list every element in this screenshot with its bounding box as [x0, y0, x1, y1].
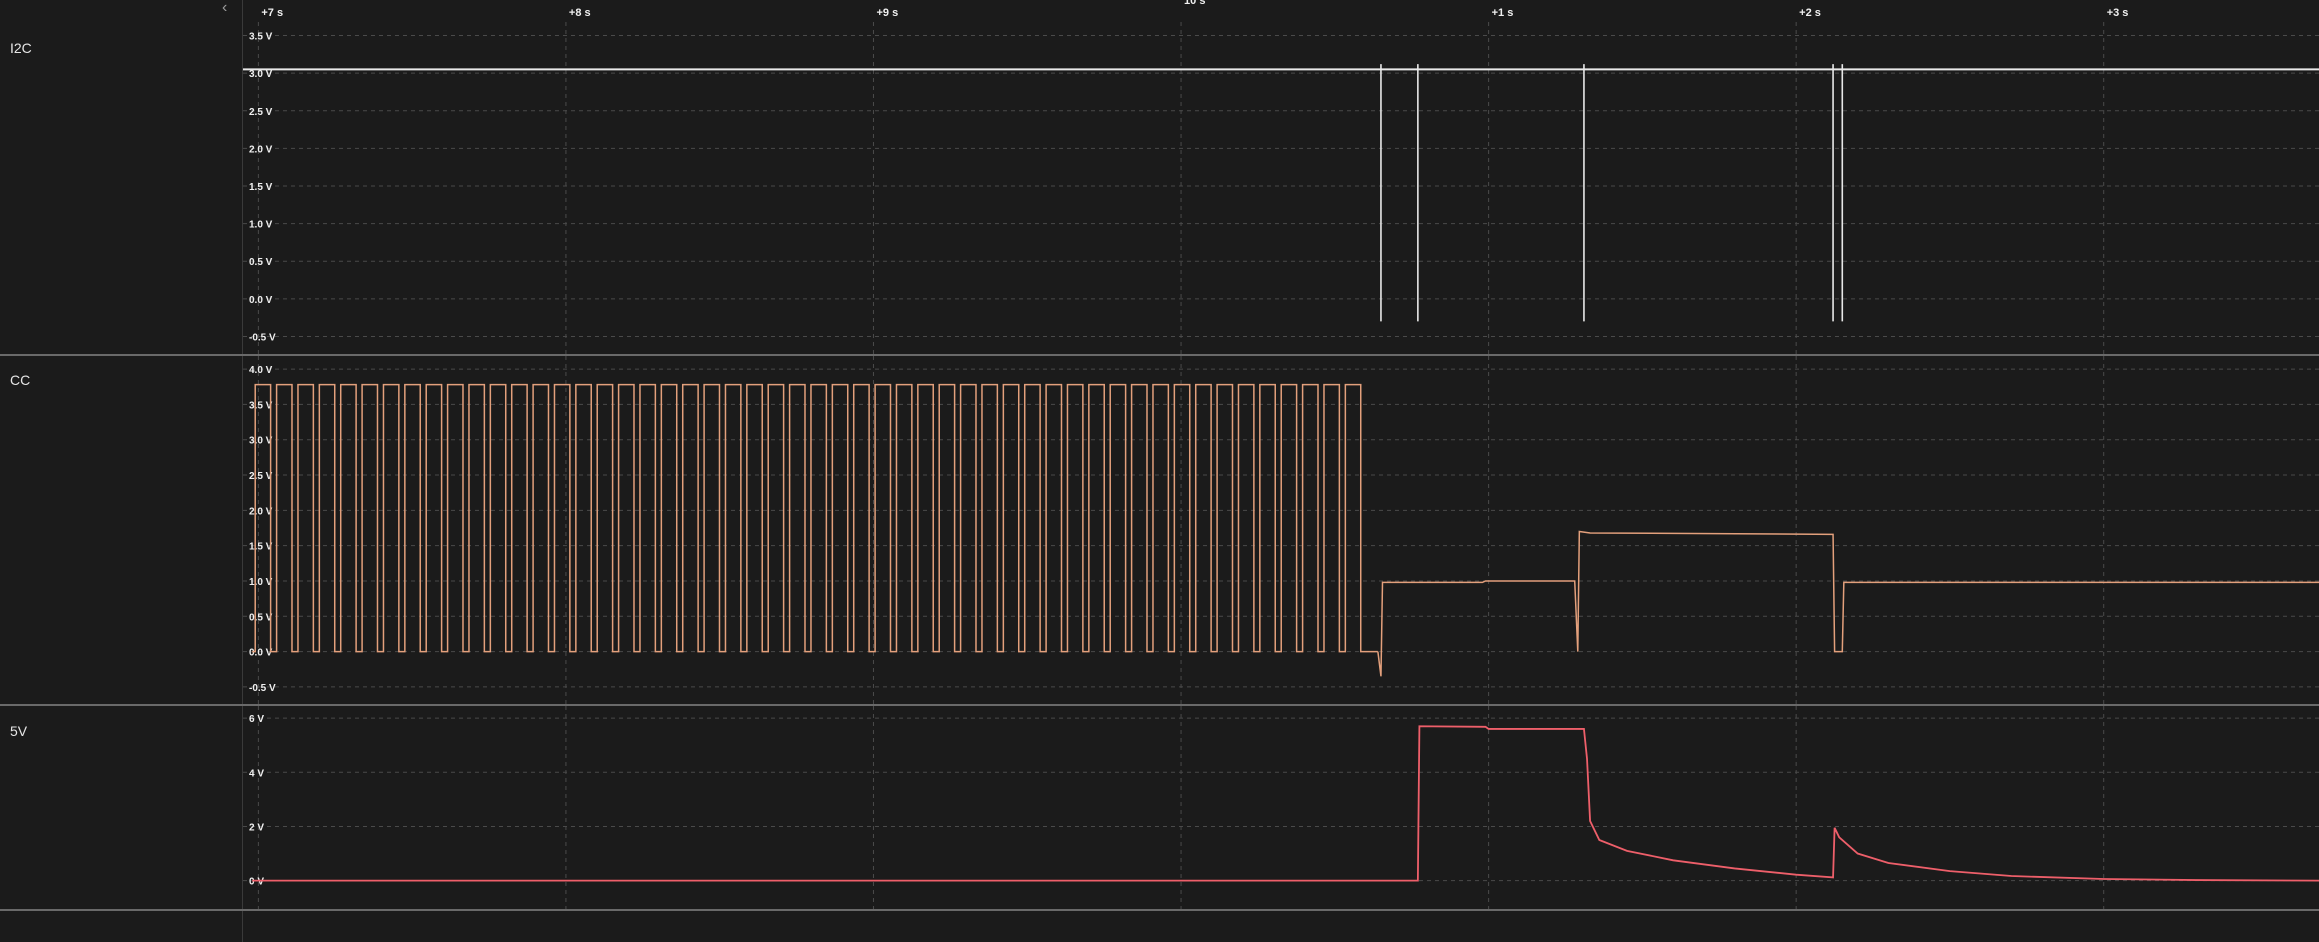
channel-label-5v: 5V — [10, 723, 28, 739]
value-tick-label: 0.0 V — [249, 648, 273, 659]
cc-plot[interactable]: 4.0 V 3.5 V 3.0 V 2.5 V 2.0 V 1.5 V 1.0 V 0.5 V… — [243, 356, 2319, 704]
fivev-trace — [252, 725, 2319, 882]
chevron-left-icon[interactable]: ‹ — [222, 0, 227, 16]
value-tick-label: 0.5 V — [249, 257, 273, 268]
value-tick-label: -0.5 V — [249, 332, 276, 343]
time-tick-label: 10 s — [1184, 0, 1205, 7]
value-tick-label: 4.0 V — [249, 365, 273, 376]
time-tick-label: +9 s — [876, 7, 898, 19]
value-tick-label: 1.0 V — [249, 577, 273, 588]
time-tick-label: +1 s — [1492, 7, 1514, 19]
channel-header-i2c[interactable]: I2C — [0, 22, 242, 354]
i2c-plot[interactable]: 3.5 V 3.0 V 2.5 V 2.0 V 1.5 V 1.0 V 0.5 V 0.0 V… — [243, 22, 2319, 354]
cc-square-wave — [252, 383, 1378, 653]
time-tick-label: +3 s — [2107, 7, 2129, 19]
channel-label-cc: CC — [10, 372, 31, 388]
value-tick-label: 0.0 V — [249, 295, 273, 306]
value-tick-label: 2.0 V — [249, 506, 273, 517]
fivev-plot[interactable]: 6 V 4 V 2 V 0 V — [243, 706, 2319, 909]
value-tick-label: 0 V — [249, 877, 264, 888]
time-axis-ticks: +7 s +8 s +9 s 10 s +1 s +2 s +3 s — [261, 0, 2129, 19]
time-tick-label: +2 s — [1799, 7, 1821, 19]
value-tick-label: 2 V — [249, 822, 264, 833]
value-tick-label: 3.5 V — [249, 32, 273, 43]
value-tick-label: 3.5 V — [249, 400, 273, 411]
value-tick-label: -0.5 V — [249, 683, 276, 694]
cc-trace — [1377, 530, 2319, 677]
channel-label-i2c: I2C — [10, 40, 32, 56]
value-tick-label: 0.5 V — [249, 612, 273, 623]
value-tick-label: 1.5 V — [249, 542, 273, 553]
channel-divider[interactable] — [0, 909, 2319, 911]
value-tick-label: 3.0 V — [249, 69, 273, 80]
value-tick-label: 2.5 V — [249, 471, 273, 482]
time-tick-label: +8 s — [569, 7, 591, 19]
channel-header-5v[interactable]: 5V — [0, 706, 242, 909]
value-tick-label: 1.0 V — [249, 220, 273, 231]
time-tick-label: +7 s — [261, 7, 283, 19]
time-axis: ‹ +7 s +8 s +9 s 10 s +1 s +2 s +3 s — [0, 0, 2319, 22]
value-tick-label: 6 V — [249, 714, 264, 725]
value-tick-label: 4 V — [249, 768, 264, 779]
value-tick-label: 1.5 V — [249, 182, 273, 193]
value-tick-label: 2.5 V — [249, 107, 273, 118]
value-tick-label: 3.0 V — [249, 436, 273, 447]
channel-header-cc[interactable]: CC — [0, 356, 242, 704]
value-tick-label: 2.0 V — [249, 144, 273, 155]
